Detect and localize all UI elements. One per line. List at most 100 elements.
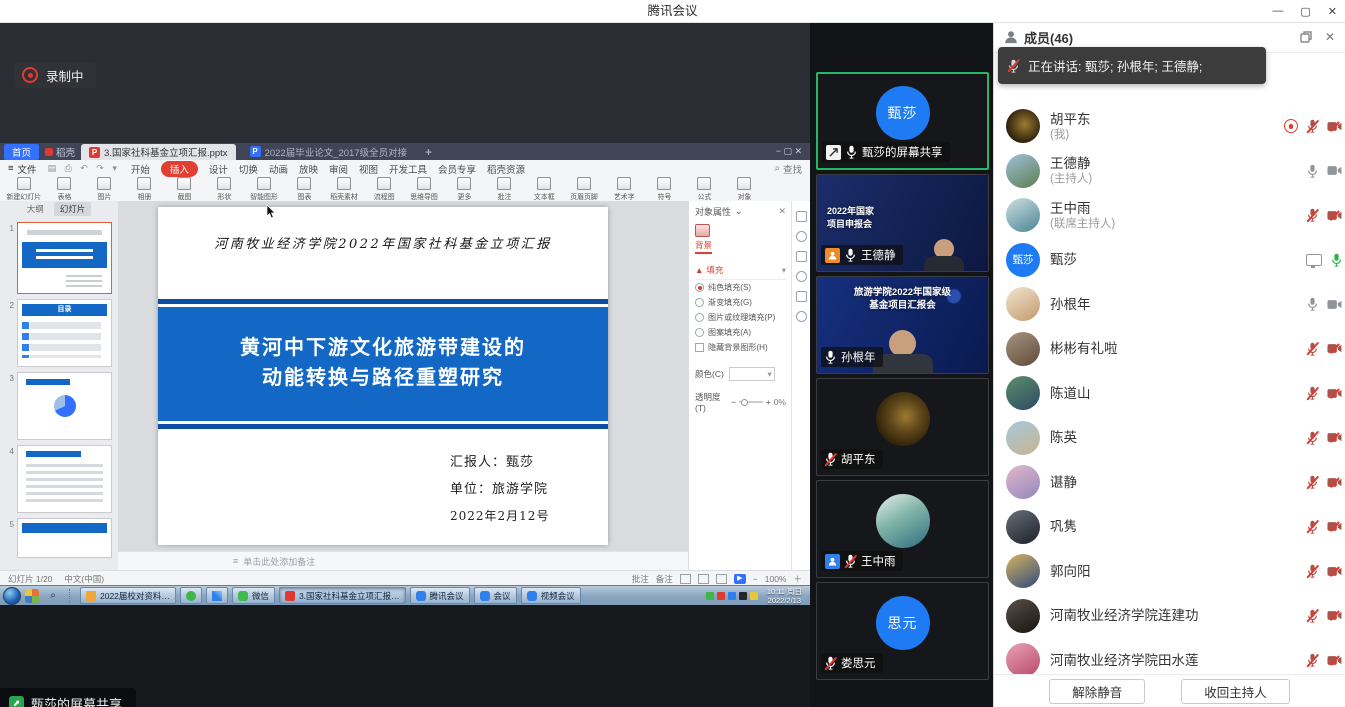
video-tile[interactable]: 甄莎 甄莎的屏幕共享 [816, 72, 989, 170]
fill-option[interactable]: 图案填充(A) [695, 325, 786, 340]
video-tile[interactable]: 2022年国家 项目申报会 [816, 174, 989, 272]
member-row[interactable]: 河南牧业经济学院田水莲 [994, 638, 1345, 675]
mic-muted-icon[interactable] [1307, 119, 1318, 133]
video-tile[interactable]: 王中雨 [816, 480, 989, 578]
minimize-icon[interactable]: — [1272, 5, 1283, 17]
member-row[interactable]: 谌静 [994, 460, 1345, 505]
mic-muted-icon[interactable] [1307, 653, 1318, 667]
slide-thumbnail[interactable] [17, 518, 112, 558]
member-row[interactable]: 陈英 [994, 416, 1345, 461]
quick-access-toolbar[interactable]: ▤ ⎙ ↶ ↷ ▾ [48, 163, 120, 174]
slide-thumbnail[interactable]: 目录 [17, 299, 112, 367]
transparency-minus[interactable]: − [731, 397, 736, 407]
mic-muted-icon[interactable] [1307, 475, 1318, 489]
radio-icon[interactable] [695, 298, 704, 307]
ribbon-button[interactable]: 稻壳素材 [324, 177, 364, 202]
camera-on-icon[interactable] [1327, 165, 1342, 176]
camera-muted-icon[interactable] [1327, 388, 1342, 399]
taskbar-item-body[interactable] [69, 589, 74, 603]
file-menu[interactable]: ≡ 文件 [8, 162, 37, 176]
section-expand-icon[interactable]: ▲ [695, 265, 703, 275]
taskbar-item-body[interactable] [180, 587, 202, 604]
wps-document-tab-active[interactable]: P 3.国家社科基金立项汇报.pptx [81, 144, 236, 161]
mic-muted-icon[interactable] [1307, 386, 1318, 400]
member-row[interactable]: 王中雨 (联席主持人) [994, 193, 1345, 238]
mic-muted-icon[interactable] [1307, 564, 1318, 578]
status-annotation[interactable]: 批注 [632, 573, 649, 585]
menu-tab[interactable]: 审阅 [329, 162, 348, 176]
ribbon-button[interactable]: 艺术字 [604, 177, 644, 202]
wps-window-controls[interactable]: − ▢ ✕ [776, 146, 806, 157]
camera-muted-icon[interactable] [1327, 610, 1342, 621]
menu-tab[interactable]: 动画 [269, 162, 288, 176]
camera-on-icon[interactable] [1327, 299, 1342, 310]
radio-icon[interactable] [695, 328, 704, 337]
taskbar-item[interactable]: 2022届校对资料… [80, 587, 176, 604]
slide-thumbnail[interactable] [17, 445, 112, 513]
taskbar-item-body[interactable]: 视频会议 [521, 587, 581, 604]
ribbon-button[interactable]: 批注 [484, 177, 524, 202]
taskbar-item[interactable] [3, 587, 21, 605]
camera-muted-icon[interactable] [1327, 432, 1342, 443]
taskbar-item-body[interactable]: 腾讯会议 [410, 587, 470, 604]
mic-muted-icon[interactable] [1307, 431, 1318, 445]
status-language[interactable]: 中文(中国) [64, 573, 104, 585]
taskbar-item[interactable] [67, 589, 76, 603]
unmute-button[interactable]: 解除静音 [1049, 679, 1145, 704]
fill-option[interactable]: 图片或纹理填充(P) [695, 310, 786, 325]
new-tab-icon[interactable]: + [421, 145, 436, 159]
side-icon-strip[interactable] [791, 201, 810, 570]
camera-muted-icon[interactable] [1327, 655, 1342, 666]
ribbon-button[interactable]: 思维导图 [404, 177, 444, 202]
member-row[interactable]: 胡平东 (我) [994, 104, 1345, 149]
member-row[interactable]: 郭向阳 [994, 549, 1345, 594]
taskbar-clock[interactable]: 10:11 周日 2022/2/13 [762, 587, 807, 605]
slide-thumbnail-row[interactable]: 1 [2, 222, 112, 294]
taskbar-item-body[interactable]: 2022届校对资料… [80, 587, 176, 604]
mic-on-icon[interactable] [1307, 297, 1318, 311]
ribbon-button[interactable]: 截图 [164, 177, 204, 202]
taskbar-item-body[interactable]: 3.国家社科基金立项汇报… [279, 587, 406, 604]
wps-document-tab[interactable]: P 2022届毕业论文_2017级全员对接 [242, 144, 416, 160]
menu-tab[interactable]: 设计 [209, 162, 228, 176]
transparency-slider[interactable] [739, 401, 763, 403]
close-icon[interactable]: ✕ [1328, 5, 1337, 18]
menu-tab[interactable]: 放映 [299, 162, 318, 176]
ribbon-button[interactable]: 公式 [684, 177, 724, 202]
wps-docer-tab[interactable]: 稻壳 [45, 145, 75, 159]
ribbon-button[interactable]: 流程图 [364, 177, 404, 202]
fill-option[interactable]: 隐藏背景图形(H) [695, 340, 786, 355]
mic-speaking-icon[interactable] [1331, 253, 1342, 267]
slide-thumbnail[interactable] [17, 372, 112, 440]
ribbon-button[interactable]: 对象 [724, 177, 764, 202]
taskbar-item[interactable] [180, 587, 202, 604]
taskbar-item[interactable]: 会议 [474, 587, 517, 604]
ribbon-button[interactable]: 图片 [84, 177, 124, 202]
slide-thumbnail-row[interactable]: 4 [2, 445, 112, 513]
recording-indicator[interactable]: 录制中 [14, 62, 96, 88]
ribbon-button[interactable]: 文本框 [524, 177, 564, 202]
ribbon-button[interactable]: 形状 [204, 177, 244, 202]
panel-close-icon[interactable]: ✕ [778, 206, 786, 217]
taskbar-item[interactable] [206, 587, 228, 604]
chevron-down-icon[interactable]: ⌄ [735, 206, 743, 217]
normal-view-icon[interactable] [680, 574, 691, 584]
member-row[interactable]: 甄莎 甄莎 [994, 238, 1345, 283]
tab-slides[interactable]: 幻灯片 [54, 202, 92, 216]
taskbar-item[interactable]: 视频会议 [521, 587, 581, 604]
menu-tab[interactable]: 开发工具 [389, 162, 427, 176]
taskbar-item-body[interactable]: ⌕ [43, 588, 63, 603]
ribbon-button[interactable]: 页眉页脚 [564, 177, 604, 202]
camera-muted-icon[interactable] [1327, 210, 1342, 221]
zoom-level[interactable]: 100% [765, 574, 787, 584]
menu-tab[interactable]: 视图 [359, 162, 378, 176]
zoom-out-icon[interactable]: − [753, 574, 758, 584]
fill-option[interactable]: 渐变填充(G) [695, 295, 786, 310]
camera-muted-icon[interactable] [1327, 566, 1342, 577]
taskbar-item-body[interactable]: 会议 [474, 587, 517, 604]
ribbon-button[interactable]: 更多 [444, 177, 484, 202]
mic-muted-icon[interactable] [1307, 208, 1318, 222]
taskbar-item[interactable]: 微信 [232, 587, 275, 604]
properties-tab[interactable]: 背景 [695, 239, 712, 254]
ribbon-button[interactable]: 新建幻灯片 [4, 177, 44, 202]
